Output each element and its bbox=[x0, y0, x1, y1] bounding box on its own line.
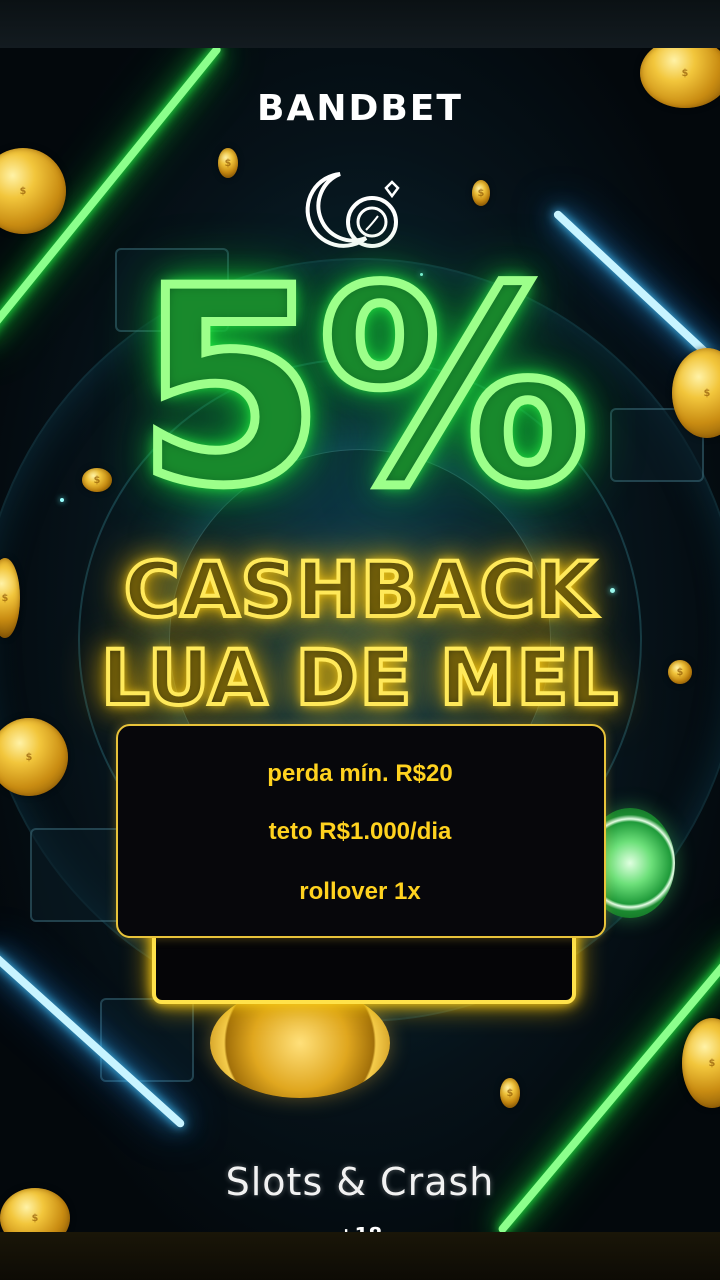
cashback-percent: 5% bbox=[132, 230, 593, 545]
top-blurred-strip bbox=[0, 0, 720, 48]
detail-min-loss: perda mín. R$20 bbox=[267, 760, 453, 787]
detail-daily-cap: teto R$1.000/dia bbox=[268, 818, 452, 845]
promo-title-line2: LUA DE MEL bbox=[99, 633, 620, 722]
gold-coin-icon bbox=[682, 1018, 720, 1108]
gold-coin-icon bbox=[0, 148, 66, 234]
detail-rollover: rollover 1x bbox=[299, 878, 421, 905]
gold-coin-icon bbox=[472, 180, 490, 206]
gold-coin-icon bbox=[218, 148, 238, 178]
bottom-blurred-strip bbox=[0, 1232, 720, 1280]
age-rating: +18 bbox=[0, 1223, 720, 1232]
gold-coin-icon bbox=[500, 1078, 520, 1108]
promo-poster: BANDBET 5% CASHBACK LUA DE MEL Slots & C… bbox=[0, 48, 720, 1232]
games-label: Slots & Crash bbox=[225, 1160, 495, 1204]
promo-title-line1: CASHBACK bbox=[122, 545, 597, 634]
casino-chip-icon bbox=[210, 988, 390, 1098]
brand-logo-text: BANDBET bbox=[257, 88, 463, 129]
